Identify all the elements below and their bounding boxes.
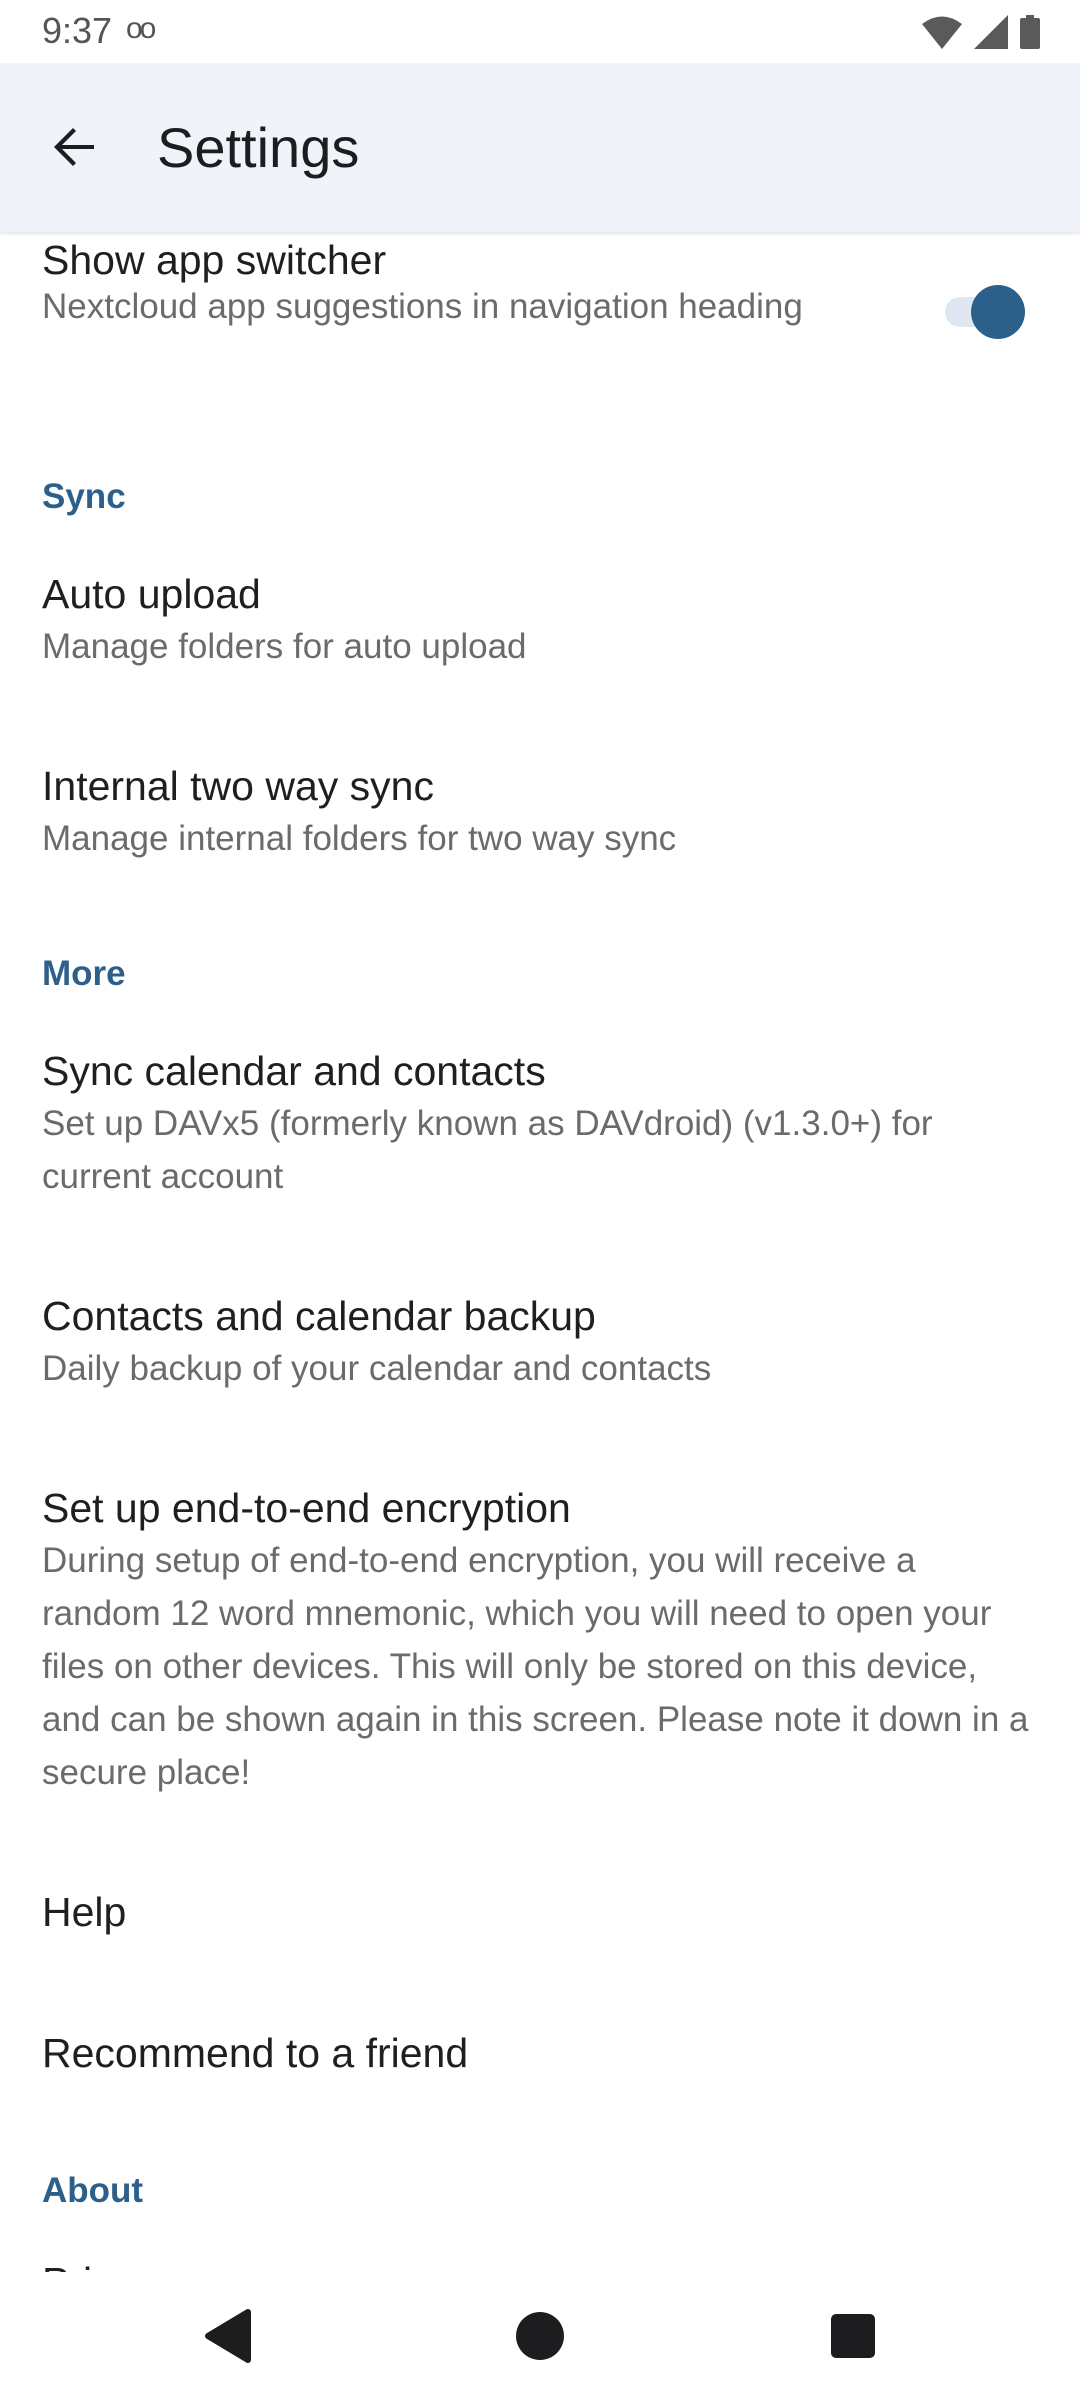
toggle-thumb <box>971 285 1025 339</box>
internal-two-way-sync-preference[interactable]: Internal two way sync Manage internal fo… <box>42 760 1038 865</box>
pref-title: Contacts and calendar backup <box>42 1293 596 1339</box>
status-icons <box>922 12 1040 52</box>
pref-title: Help <box>42 1889 127 1935</box>
status-bar: 9:37 oo <box>0 0 1080 63</box>
contacts-calendar-backup-preference[interactable]: Contacts and calendar backup Daily backu… <box>42 1290 1038 1395</box>
show-app-switcher-preference[interactable]: Show app switcher Nextcloud app suggesti… <box>42 232 1038 402</box>
status-time: 9:37 <box>42 10 113 51</box>
pref-title: Recommend to a friend <box>42 2030 469 2076</box>
nav-home-icon[interactable] <box>512 2308 568 2364</box>
pref-title: Privacy <box>42 2256 1038 2272</box>
nav-recents-icon[interactable] <box>825 2308 881 2364</box>
pref-title: Internal two way sync <box>42 763 434 809</box>
section-header-more: More <box>42 954 126 993</box>
section-header-about: About <box>42 2171 144 2210</box>
help-preference[interactable]: Help <box>42 1886 1038 1938</box>
navigation-bar <box>0 2272 1080 2400</box>
back-button[interactable] <box>36 109 112 185</box>
e2e-encryption-preference[interactable]: Set up end-to-end encryption During setu… <box>42 1482 1038 1799</box>
pref-summary: Manage folders for auto upload <box>42 627 527 666</box>
pref-title: Set up end-to-end encryption <box>42 1485 571 1531</box>
page-title: Settings <box>157 116 360 179</box>
pref-summary: Manage internal folders for two way sync <box>42 819 677 858</box>
pref-title: Show app switcher <box>42 237 387 283</box>
battery-icon <box>1020 15 1040 49</box>
auto-upload-preference[interactable]: Auto upload Manage folders for auto uplo… <box>42 568 1038 673</box>
voicemail-icon: oo <box>126 12 156 45</box>
sync-calendar-contacts-preference[interactable]: Sync calendar and contacts Set up DAVx5 … <box>42 1045 1038 1203</box>
pref-title: Sync calendar and contacts <box>42 1048 546 1094</box>
signal-icon <box>974 15 1008 49</box>
pref-title: Auto upload <box>42 571 261 617</box>
show-app-switcher-toggle[interactable] <box>945 282 1025 342</box>
section-header-sync: Sync <box>42 477 126 516</box>
arrow-back-icon <box>54 128 94 166</box>
pref-summary: Nextcloud app suggestions in navigation … <box>42 287 803 326</box>
settings-list[interactable]: Show app switcher Nextcloud app suggesti… <box>0 232 1080 2272</box>
wifi-icon <box>922 16 962 49</box>
app-bar: Settings <box>0 63 1080 232</box>
pref-summary: Set up DAVx5 (formerly known as DAVdroid… <box>42 1104 933 1196</box>
nav-back-icon[interactable] <box>200 2308 256 2364</box>
pref-summary: Daily backup of your calendar and contac… <box>42 1349 712 1388</box>
privacy-preference[interactable]: Privacy <box>42 2256 1038 2272</box>
recommend-preference[interactable]: Recommend to a friend <box>42 2027 1038 2079</box>
pref-summary: During setup of end-to-end encryption, y… <box>42 1541 1029 1792</box>
